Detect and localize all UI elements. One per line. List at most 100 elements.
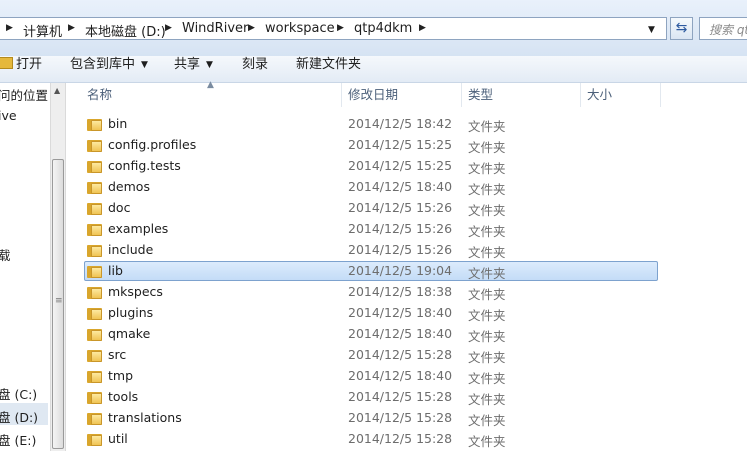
file-row[interactable]: config.profiles 2014/12/5 15:25 文件夹 (84, 135, 658, 155)
file-date: 2014/12/5 15:28 (348, 431, 453, 446)
search-input[interactable]: 搜索 qtp4dkm (699, 17, 747, 40)
chevron-right-icon[interactable]: ▶ (248, 23, 255, 33)
chevron-right-icon[interactable]: ▶ (6, 23, 13, 33)
nav-scrollbar[interactable]: ▲ ≡ (50, 83, 66, 451)
share-button[interactable]: 共享 ▼ (174, 56, 213, 83)
nav-item-drive-e[interactable]: 盘 (E:) (0, 430, 36, 449)
folder-icon (87, 307, 102, 320)
address-box[interactable]: ▶ 计算机 ▶ 本地磁盘 (D:) ▶ WindRiver ▶ workspac… (0, 17, 667, 40)
crumb-workspace[interactable]: workspace (265, 21, 335, 36)
file-date: 2014/12/5 18:38 (348, 284, 453, 299)
nav-item-downloads[interactable]: 载 (0, 245, 11, 264)
folder-icon (87, 118, 102, 131)
share-label: 共享 (174, 57, 201, 72)
column-header-size[interactable]: 大小 (587, 83, 612, 107)
folder-icon (87, 160, 102, 173)
command-bar: 打开 包含到库中 ▼ 共享 ▼ 刻录 新建文件夹 (0, 56, 747, 83)
chevron-right-icon[interactable]: ▶ (337, 23, 344, 33)
scroll-up-arrow-icon[interactable]: ▲ (54, 86, 60, 95)
file-name: util (108, 431, 128, 446)
crumb-windriver[interactable]: WindRiver (182, 21, 248, 36)
chevron-right-icon[interactable]: ▶ (419, 23, 426, 33)
file-date: 2014/12/5 15:25 (348, 137, 453, 152)
column-divider[interactable] (341, 83, 342, 107)
file-name: lib (108, 263, 123, 278)
folder-icon (87, 223, 102, 236)
file-date: 2014/12/5 15:26 (348, 242, 453, 257)
address-history-dropdown-icon[interactable]: ▼ (648, 25, 655, 35)
column-header-name[interactable]: 名称 (87, 83, 112, 107)
file-type: 文件夹 (468, 203, 506, 218)
new-folder-button[interactable]: 新建文件夹 (296, 56, 361, 83)
burn-button[interactable]: 刻录 (242, 56, 268, 83)
column-header-type[interactable]: 类型 (468, 83, 493, 107)
file-row[interactable]: include 2014/12/5 15:26 文件夹 (84, 240, 658, 260)
column-divider[interactable] (461, 83, 462, 107)
column-header-date[interactable]: 修改日期 (348, 83, 398, 107)
file-date: 2014/12/5 15:28 (348, 389, 453, 404)
chevron-right-icon[interactable]: ▶ (165, 23, 172, 33)
open-label: 打开 (16, 57, 43, 72)
file-row[interactable]: examples 2014/12/5 15:26 文件夹 (84, 219, 658, 239)
file-row[interactable]: util 2014/12/5 15:28 文件夹 (84, 429, 658, 449)
folder-icon (87, 433, 102, 446)
column-divider[interactable] (580, 83, 581, 107)
column-divider[interactable] (660, 83, 661, 107)
folder-icon (87, 265, 102, 278)
refresh-icon[interactable]: ⇆ (670, 17, 693, 40)
file-name: include (108, 242, 154, 257)
file-name: bin (108, 116, 128, 131)
nav-item-drive-d[interactable]: 盘 (D:) (0, 407, 38, 426)
scrollbar-thumb[interactable]: ≡ (52, 159, 64, 449)
nav-item-recent-places[interactable]: 问的位置 (0, 85, 48, 104)
file-type: 文件夹 (468, 245, 506, 260)
open-button[interactable]: 打开 (0, 56, 42, 83)
file-row[interactable]: bin 2014/12/5 18:42 文件夹 (84, 114, 658, 134)
folder-icon (87, 412, 102, 425)
dropdown-arrow-icon: ▼ (141, 60, 148, 70)
file-type: 文件夹 (468, 182, 506, 197)
folder-icon (87, 181, 102, 194)
file-type: 文件夹 (468, 119, 506, 134)
include-in-library-button[interactable]: 包含到库中 ▼ (70, 56, 148, 83)
file-name: demos (108, 179, 150, 194)
folder-icon (87, 391, 102, 404)
file-date: 2014/12/5 18:40 (348, 326, 453, 341)
file-type: 文件夹 (468, 161, 506, 176)
crumb-drive-d[interactable]: 本地磁盘 (D:) (85, 21, 166, 40)
file-row[interactable]: src 2014/12/5 15:28 文件夹 (84, 345, 658, 365)
file-type: 文件夹 (468, 413, 506, 428)
file-row[interactable]: config.tests 2014/12/5 15:25 文件夹 (84, 156, 658, 176)
file-name: qmake (108, 326, 151, 341)
file-row[interactable]: tmp 2014/12/5 18:40 文件夹 (84, 366, 658, 386)
file-row[interactable]: plugins 2014/12/5 18:40 文件夹 (84, 303, 658, 323)
file-row[interactable]: demos 2014/12/5 18:40 文件夹 (84, 177, 658, 197)
file-date: 2014/12/5 15:26 (348, 200, 453, 215)
chevron-right-icon[interactable]: ▶ (68, 23, 75, 33)
dropdown-arrow-icon: ▼ (206, 60, 213, 70)
file-type: 文件夹 (468, 392, 506, 407)
nav-item-drive-c[interactable]: 盘 (C:) (0, 384, 37, 403)
crumb-qtp4dkm[interactable]: qtp4dkm (354, 21, 412, 36)
file-row[interactable]: tools 2014/12/5 15:28 文件夹 (84, 387, 658, 407)
file-name: doc (108, 200, 131, 215)
nav-item-drive[interactable]: ive (0, 108, 17, 123)
file-date: 2014/12/5 18:40 (348, 368, 453, 383)
file-date: 2014/12/5 15:25 (348, 158, 453, 173)
file-row[interactable]: mkspecs 2014/12/5 18:38 文件夹 (84, 282, 658, 302)
file-row[interactable]: doc 2014/12/5 15:26 文件夹 (84, 198, 658, 218)
file-type: 文件夹 (468, 287, 506, 302)
file-row[interactable]: qmake 2014/12/5 18:40 文件夹 (84, 324, 658, 344)
file-type: 文件夹 (468, 434, 506, 449)
file-row[interactable]: translations 2014/12/5 15:28 文件夹 (84, 408, 658, 428)
crumb-computer[interactable]: 计算机 (23, 21, 62, 40)
file-name: mkspecs (108, 284, 163, 299)
file-name: translations (108, 410, 182, 425)
file-name: tools (108, 389, 139, 404)
file-type: 文件夹 (468, 266, 506, 281)
sort-ascending-icon: ▲ (207, 80, 214, 90)
burn-label: 刻录 (242, 57, 269, 72)
address-bar-area: ▶ 计算机 ▶ 本地磁盘 (D:) ▶ WindRiver ▶ workspac… (0, 0, 747, 56)
file-name: tmp (108, 368, 134, 383)
file-row[interactable]: lib 2014/12/5 19:04 文件夹 (84, 261, 658, 281)
